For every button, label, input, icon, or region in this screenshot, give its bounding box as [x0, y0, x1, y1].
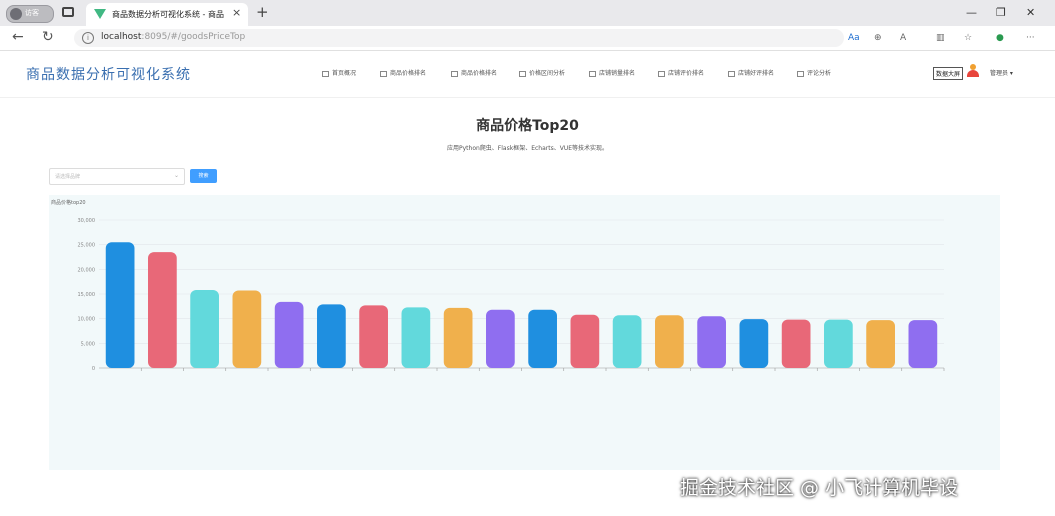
username-label: 管理员 [990, 70, 1009, 77]
bar[interactable] [401, 307, 431, 368]
split-screen-icon[interactable]: ▥ [936, 33, 945, 43]
bar[interactable] [866, 320, 895, 368]
bar[interactable] [908, 320, 938, 368]
page-title: 商品价格Top20 [476, 118, 579, 134]
brand-select[interactable]: 请选择品牌 ⌄ [49, 168, 185, 185]
url-host: localhost [101, 32, 142, 42]
app-header: 商品数据分析可视化系统 首页概况 商品价格排名 商品价格排名 价格区间分析 店铺… [0, 51, 1055, 98]
close-window-icon[interactable]: ✕ [1026, 6, 1035, 19]
select-placeholder: 请选择品牌 [55, 174, 81, 180]
close-tab-icon[interactable]: × [232, 6, 241, 19]
vue-logo-icon [94, 9, 106, 19]
table-icon [519, 70, 526, 77]
bar[interactable] [612, 315, 642, 368]
menu-item-price-rank[interactable]: 商品价格排名 [380, 68, 426, 77]
chat-icon [797, 70, 804, 77]
table-icon [380, 70, 387, 77]
bar[interactable] [359, 305, 388, 368]
url-text: localhost:8095/#/goodsPriceTop [101, 32, 245, 42]
chart-title: 商品价格top20 [51, 199, 86, 206]
browser-tab-active[interactable]: 商品数据分析可视化系统 - 商品 × [86, 3, 248, 26]
zoom-icon[interactable]: ⊕ [874, 33, 882, 43]
price-bar-chart: 商品价格top20 0 5,000 10,000 15,000 20,000 25,000 3… [51, 199, 945, 372]
y-tick-label: 15,000 [78, 292, 96, 298]
bar[interactable] [105, 242, 135, 368]
profile-button[interactable]: 访客 [6, 5, 54, 23]
bar[interactable] [781, 319, 811, 368]
tab-actions-icon[interactable] [62, 7, 74, 17]
menu-label: 店铺好评排名 [738, 70, 775, 77]
extension-icon[interactable]: ● [996, 33, 1004, 43]
minimize-icon[interactable]: — [966, 6, 977, 19]
menu-item-price-range[interactable]: 价格区间分析 [519, 68, 565, 77]
y-tick-label: 30,000 [78, 218, 96, 224]
favorites-icon[interactable]: ☆ [964, 33, 972, 43]
menu-item-comment-analysis[interactable]: 评论分析 [797, 68, 831, 77]
bar[interactable] [317, 304, 346, 368]
address-bar: ← ↻ i localhost:8095/#/goodsPriceTop Aa … [0, 26, 1055, 51]
menu-item-home[interactable]: 首页概况 [322, 68, 356, 77]
bar[interactable] [443, 307, 473, 368]
user-menu[interactable]: 管理员 ▾ [990, 68, 1013, 77]
refresh-icon[interactable]: ↻ [42, 29, 54, 45]
bar[interactable] [486, 309, 515, 368]
tab-title: 商品数据分析可视化系统 - 商品 [112, 10, 224, 19]
brand-title: 商品数据分析可视化系统 [26, 67, 191, 83]
menu-item-price-rank-2[interactable]: 商品价格排名 [451, 68, 497, 77]
monitor-icon [322, 70, 329, 77]
menu-label: 店铺评价排名 [668, 70, 705, 77]
browser-tab-bar: 访客 商品数据分析可视化系统 - 商品 × + — ❐ ✕ [0, 0, 1055, 26]
bar-chart-icon [658, 70, 665, 77]
page-subtitle: 应用Python爬虫、Flask框架、Echarts、VUE等技术实现。 [447, 145, 608, 152]
back-icon[interactable]: ← [12, 29, 24, 45]
menu-item-shop-good-reviews[interactable]: 店铺好评排名 [728, 68, 774, 77]
bar[interactable] [739, 319, 769, 368]
bar[interactable] [274, 301, 304, 368]
y-tick-label: 5,000 [81, 341, 95, 347]
more-icon[interactable]: ··· [1026, 33, 1035, 43]
menu-item-shop-sales[interactable]: 店铺销量排名 [589, 68, 635, 77]
url-path: :8095/#/goodsPriceTop [141, 32, 246, 42]
y-tick-label: 10,000 [78, 317, 96, 323]
url-field[interactable]: i localhost:8095/#/goodsPriceTop [74, 29, 844, 47]
profile-label: 访客 [25, 9, 39, 17]
y-tick-label: 0 [92, 366, 95, 372]
bar[interactable] [570, 314, 600, 368]
new-tab-icon[interactable]: + [256, 3, 269, 21]
bar[interactable] [190, 290, 219, 368]
menu-label: 价格区间分析 [529, 70, 566, 77]
menu-label: 首页概况 [332, 70, 357, 77]
bar-chart-icon [728, 70, 735, 77]
bar-chart-icon [589, 70, 596, 77]
bigscreen-button[interactable]: 数据大屏 [933, 67, 964, 80]
menu-label: 商品价格排名 [461, 70, 498, 77]
watermark: 掘金技术社区 @ 小飞计算机毕设 [680, 477, 959, 499]
user-avatar-icon[interactable] [966, 64, 980, 78]
y-tick-label: 20,000 [78, 267, 96, 273]
maximize-icon[interactable]: ❐ [996, 6, 1006, 19]
bar[interactable] [824, 319, 853, 368]
menu-label: 评论分析 [807, 70, 832, 77]
chevron-down-icon: ⌄ [173, 172, 179, 179]
bar[interactable] [232, 290, 262, 368]
bar[interactable] [697, 316, 726, 368]
table-icon [451, 70, 458, 77]
translate-icon[interactable]: Aa [848, 33, 860, 43]
chart-panel: 商品价格top20 0 5,000 10,000 15,000 20,000 25,000 3… [49, 195, 1000, 470]
menu-item-shop-reviews[interactable]: 店铺评价排名 [658, 68, 704, 77]
bar[interactable] [148, 252, 177, 368]
bar[interactable] [528, 309, 557, 368]
menu-label: 店铺销量排名 [599, 70, 636, 77]
search-button[interactable]: 搜索 [190, 169, 217, 183]
avatar-icon [10, 8, 22, 20]
y-tick-label: 25,000 [78, 243, 96, 249]
info-icon[interactable]: i [82, 32, 94, 44]
menu-label: 商品价格排名 [390, 70, 427, 77]
bar[interactable] [655, 315, 684, 368]
read-aloud-icon[interactable]: A [900, 33, 906, 43]
